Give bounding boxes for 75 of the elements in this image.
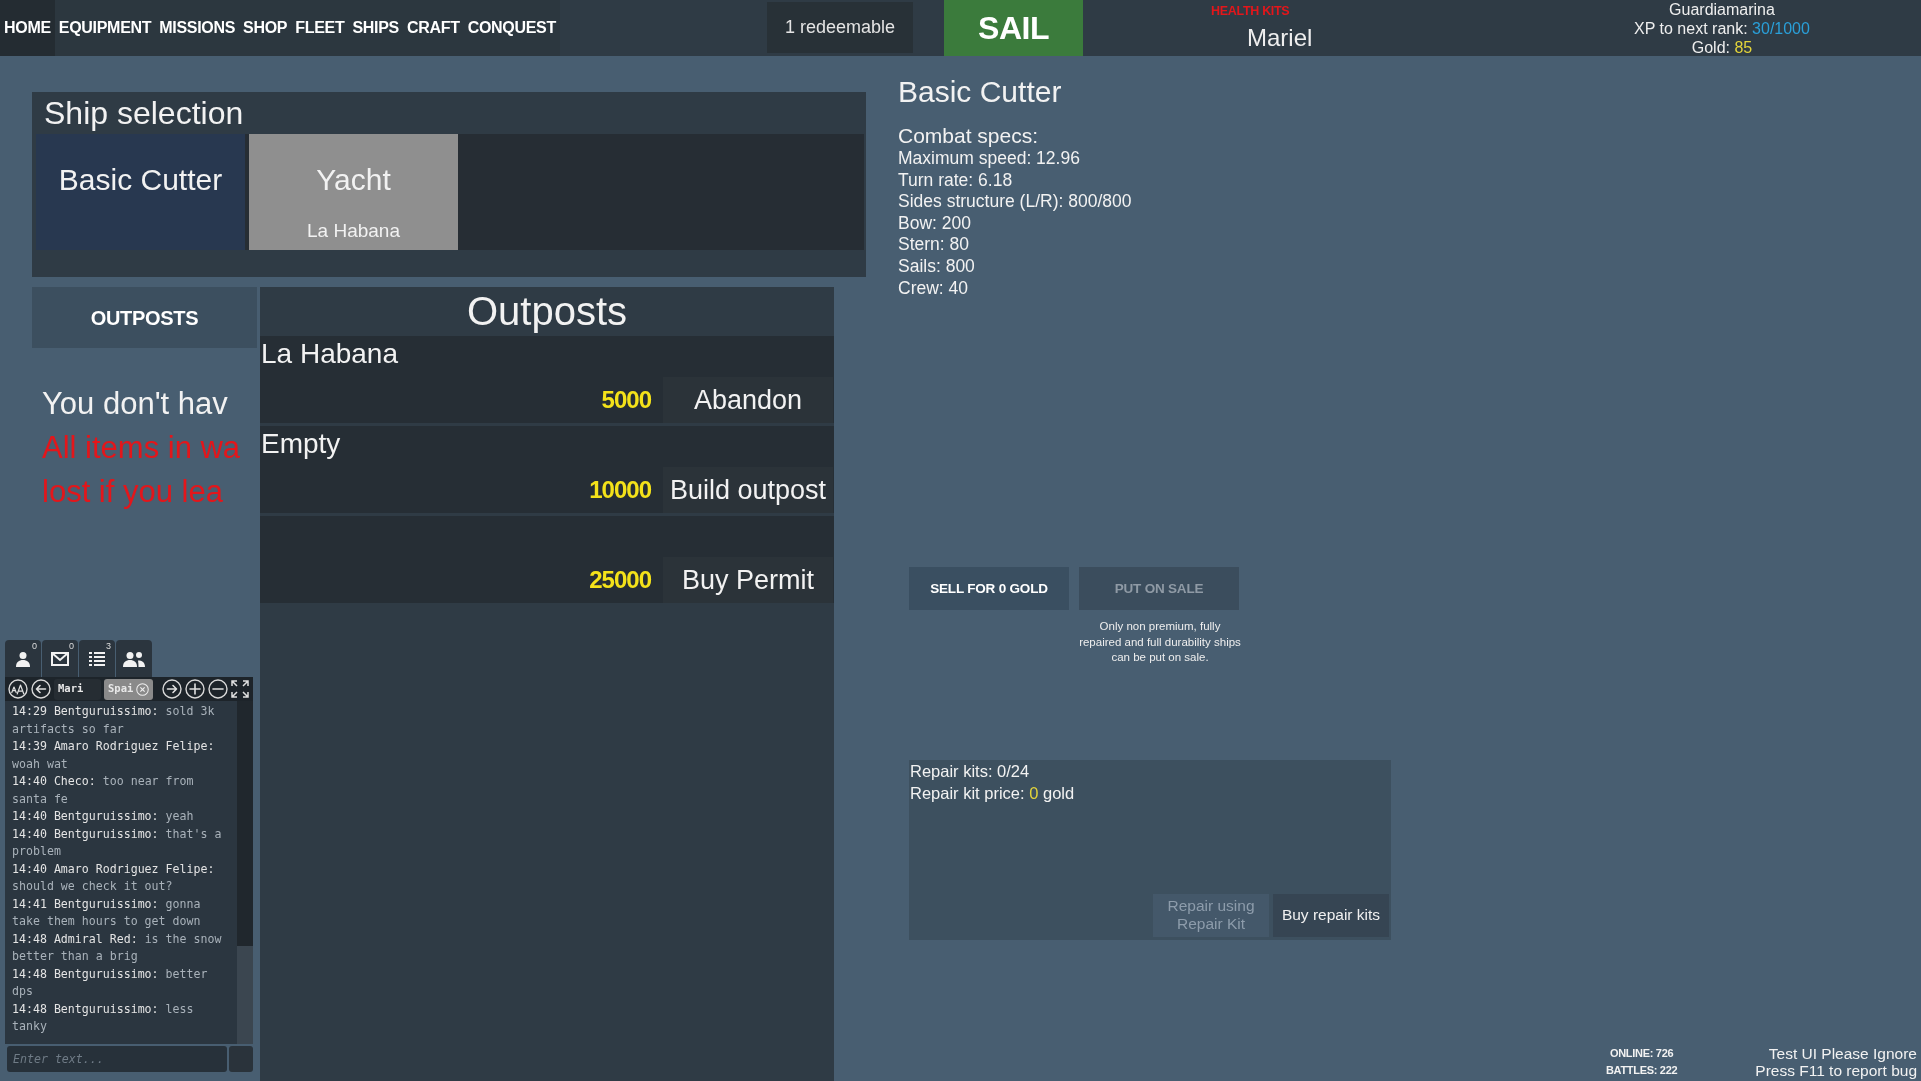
nav-tab[interactable]: HOME — [0, 0, 55, 56]
panel-title: Outposts — [466, 288, 628, 335]
arrow-right-icon[interactable] — [162, 679, 183, 699]
chat-panel-tab[interactable]: 3 — [79, 640, 115, 677]
spec-line: Stern: 80 — [898, 234, 970, 256]
footer-note: Press F11 to report bug — [1755, 1062, 1917, 1079]
footer-note: Test UI Please Ignore — [1768, 1045, 1917, 1062]
arrow-left-icon[interactable] — [31, 679, 51, 699]
chat-message: 14:29 Bentguruissimo: sold 3k artifacts so far — [12, 703, 216, 738]
money-balance: Gold: 85 — [1691, 38, 1753, 57]
chat-panel-tab[interactable]: 0 — [42, 640, 78, 677]
repair-kit-price: Repair kit price: 0 gold — [910, 782, 1075, 804]
mail-icon — [51, 651, 69, 666]
health-kits-label: HEALTH KITS — [1211, 4, 1290, 19]
nav-tab[interactable]: CRAFT — [402, 0, 464, 56]
buy-repair-kits-button[interactable]: Buy repair kits — [1273, 893, 1389, 937]
chat-input[interactable]: Enter text... — [7, 1046, 227, 1072]
outpost-price: 10000 — [589, 475, 651, 505]
close-icon[interactable] — [136, 682, 150, 696]
font-size-icon[interactable] — [8, 679, 28, 699]
group-icon — [123, 650, 145, 667]
person-icon — [15, 650, 31, 667]
outpost-price: 25000 — [589, 565, 651, 595]
outpost-action-button[interactable]: Abandon — [663, 377, 833, 423]
nav-tab[interactable]: CONQUEST — [463, 0, 560, 56]
chat-panel-tab[interactable] — [116, 640, 152, 677]
scrollbar-track[interactable] — [237, 701, 253, 1044]
spec-line: Turn rate: 6.18 — [898, 169, 1013, 192]
spec-line: Sails: 800 — [898, 255, 975, 278]
spec-line: Crew: 40 — [898, 277, 969, 300]
spec-line: Maximum speed: 12.96 — [898, 148, 1080, 170]
chat-message: 14:40 Amaro Rodriguez Felipe: should we check it out? — [12, 860, 216, 895]
online-count: ONLINE: 726 — [1609, 1046, 1674, 1061]
count-label: 3 — [106, 641, 111, 651]
panel-title: Ship selection — [44, 94, 244, 133]
plus-icon[interactable] — [185, 679, 206, 699]
count-label: 0 — [32, 641, 37, 651]
chat-message: 14:40 Bentguruissimo: that's a problem — [12, 825, 223, 860]
rank-title: Guardiamarina — [1669, 0, 1775, 19]
specs-heading: Combat specs: — [898, 124, 1039, 148]
nav-tab[interactable]: SHIPS — [348, 0, 403, 56]
outpost-price: 5000 — [601, 385, 651, 415]
minus-icon[interactable] — [208, 679, 229, 699]
repair-kits-count: Repair kits: 0/24 — [910, 760, 1030, 782]
notice-text: All items in wa — [42, 429, 241, 467]
nav-tab[interactable]: EQUIPMENT — [54, 0, 156, 56]
player-name: Mariel — [1247, 23, 1313, 53]
nav-tab[interactable]: MISSIONS — [155, 0, 240, 56]
side-tab[interactable]: OUTPOSTS — [32, 287, 257, 348]
redeem-button[interactable]: 1 redeemable — [767, 2, 913, 53]
outpost-name: La Habana — [261, 337, 398, 371]
nav-tab[interactable]: SHOP — [239, 0, 292, 56]
chat-channel-tab[interactable]: Mari — [54, 678, 101, 700]
outpost-action-button[interactable]: Buy Permit — [663, 557, 833, 603]
outpost-name: Empty — [261, 427, 341, 461]
experience-text: XP to next rank: 30/1000 — [1634, 19, 1810, 38]
ship-title: Basic Cutter — [898, 74, 1062, 110]
count-label: 0 — [69, 641, 74, 651]
battles-count: BATTLES: 222 — [1605, 1063, 1678, 1078]
notice-text: You don't hav — [42, 385, 228, 423]
outpost-action-button[interactable]: Build outpost — [663, 467, 833, 513]
chat-message: 14:48 Bentguruissimo: less tanky — [12, 1000, 195, 1035]
scrollbar-thumb[interactable] — [237, 946, 253, 1044]
sell-button[interactable]: SELL FOR 0 GOLD — [909, 567, 1069, 611]
nav-tab[interactable]: FLEET — [291, 0, 349, 56]
notice-text: lost if you lea — [42, 473, 223, 511]
spec-line: Bow: 200 — [898, 212, 971, 235]
chat-panel-tab[interactable]: 0 — [5, 640, 41, 677]
chat-message: 14:40 Bentguruissimo: yeah — [12, 808, 195, 825]
ship-tile[interactable]: Basic Cutter — [36, 134, 245, 250]
expand-icon[interactable] — [231, 680, 250, 698]
spec-line: Sides structure (L/R): 800/800 — [898, 191, 1132, 213]
sale-note: Only non premium, fully repaired and full durability ships can be put on sale. — [1079, 619, 1241, 666]
list-icon — [89, 651, 105, 666]
sail-button[interactable]: SAIL — [944, 0, 1083, 56]
